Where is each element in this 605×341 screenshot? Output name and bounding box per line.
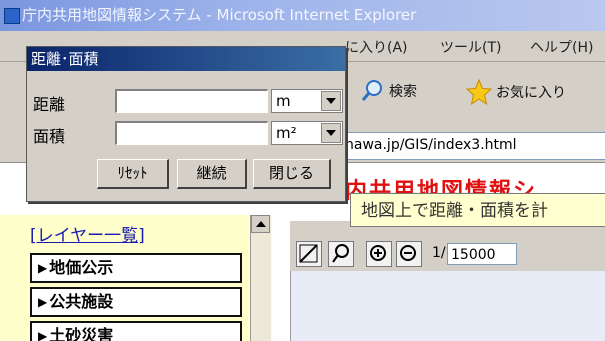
area-field[interactable]	[115, 121, 268, 145]
zoom-search-button[interactable]	[328, 241, 354, 267]
magnifier-icon	[332, 244, 349, 263]
area-unit-value: m²	[276, 124, 297, 142]
distance-field[interactable]	[115, 89, 268, 113]
measure-tool-button[interactable]	[296, 241, 322, 267]
layer-panel-scrollbar[interactable]	[250, 215, 271, 341]
map-canvas[interactable]	[290, 271, 605, 341]
close-button[interactable]: 閉じる	[253, 159, 331, 189]
layer-label: 土砂災害	[49, 326, 114, 341]
zoom-out-button[interactable]	[396, 241, 422, 267]
address-url: nawa.jp/GIS/index3.html	[345, 137, 517, 153]
layer-list-link[interactable]: [レイヤー一覧]	[30, 221, 145, 246]
scale-input[interactable]: 15000	[447, 243, 517, 265]
chevron-down-icon[interactable]	[321, 123, 341, 143]
continue-button[interactable]: 継続	[177, 159, 247, 189]
layer-label: 地価公示	[49, 258, 114, 277]
scale-prefix: 1/	[432, 245, 446, 261]
search-label: 検索	[389, 84, 417, 100]
triangle-right-icon: ▶	[38, 261, 48, 275]
triangle-right-icon: ▶	[38, 329, 48, 341]
area-unit-select[interactable]: m²	[271, 121, 343, 145]
layer-button-koukyou[interactable]: ▶ 公共施設	[30, 287, 242, 317]
star-icon	[465, 78, 493, 106]
zoom-in-icon	[370, 245, 386, 261]
layer-button-dosha[interactable]: ▶ 土砂災害	[30, 321, 242, 341]
zoom-out-icon	[400, 245, 416, 261]
layer-button-chika[interactable]: ▶ 地価公示	[30, 253, 242, 283]
search-icon	[361, 80, 382, 101]
menu-favorites[interactable]: に入り(A)	[345, 37, 408, 57]
ie-icon	[4, 8, 20, 24]
scroll-up-button[interactable]	[251, 215, 270, 233]
menu-help[interactable]: ヘルプ(H)	[530, 37, 593, 57]
window-title: 庁内共用地図情報システム - Microsoft Internet Explor…	[22, 6, 417, 24]
tooltip: 地図上で距離・面積を計	[350, 193, 605, 227]
dialog-title: 距離･面積	[27, 47, 345, 71]
map-toolbar: 1/ 15000	[290, 221, 605, 271]
reset-button[interactable]: ﾘｾｯﾄ	[97, 159, 169, 189]
layer-label: 公共施設	[49, 292, 114, 311]
zoom-in-button[interactable]	[366, 241, 392, 267]
search-button[interactable]: 検索	[360, 78, 417, 104]
address-field[interactable]: nawa.jp/GIS/index3.html	[340, 132, 605, 160]
favorites-button[interactable]: お気に入り	[465, 78, 566, 106]
distance-area-dialog: 距離･面積 距離 m 面積 m² ﾘｾｯﾄ 継続 閉じる	[26, 46, 346, 202]
layer-panel: [レイヤー一覧] ▶ 地価公示 ▶ 公共施設 ▶ 土砂災害	[0, 215, 272, 341]
area-label: 面積	[33, 127, 66, 146]
chevron-down-icon[interactable]	[321, 91, 341, 111]
triangle-right-icon: ▶	[38, 295, 48, 309]
favorites-label: お気に入り	[496, 85, 566, 101]
distance-unit-value: m	[276, 92, 291, 110]
browser-window: 庁内共用地図情報システム - Microsoft Internet Explor…	[0, 0, 605, 341]
window-titlebar: 庁内共用地図情報システム - Microsoft Internet Explor…	[0, 0, 605, 31]
measure-icon	[299, 244, 318, 263]
menu-tools[interactable]: ツール(T)	[440, 37, 501, 57]
distance-unit-select[interactable]: m	[271, 89, 343, 113]
distance-label: 距離	[33, 95, 66, 114]
